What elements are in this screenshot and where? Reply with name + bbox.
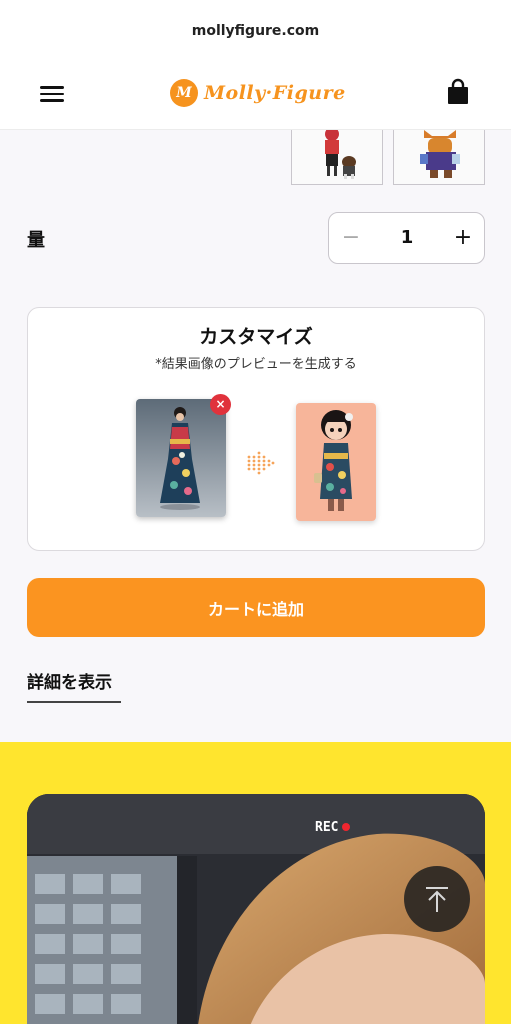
quantity-label: 量 — [27, 230, 45, 251]
uploaded-photo[interactable] — [136, 399, 226, 517]
hamburger-menu-icon[interactable] — [40, 82, 64, 104]
shopping-bag-icon[interactable] — [446, 78, 470, 106]
quantity-stepper: − 1 + — [328, 212, 485, 264]
customize-title: カスタマイズ — [199, 326, 313, 348]
customize-card: カスタマイズ *結果画像のプレビューを生成する × — [27, 307, 485, 551]
arrow-right-icon — [246, 448, 276, 478]
url-text: mollyfigure.com — [191, 23, 320, 39]
quantity-value[interactable]: 1 — [389, 222, 425, 254]
rec-label: REC — [315, 820, 339, 835]
logo-text: Molly·Figure — [204, 82, 346, 104]
add-to-cart-button[interactable]: カートに追加 — [27, 578, 485, 637]
product-thumbnail[interactable] — [291, 130, 383, 185]
recording-dot-icon — [342, 823, 351, 831]
decrease-quantity-button[interactable]: − — [337, 222, 365, 254]
rec-indicator: REC — [315, 820, 351, 835]
logo-mark: M — [170, 79, 198, 107]
page: mollyfigure.com M Molly·Figure 量 − 1 + カ… — [0, 0, 511, 1024]
remove-photo-button[interactable]: × — [210, 394, 231, 415]
scroll-to-top-button[interactable] — [404, 866, 470, 932]
show-details-link[interactable]: 詳細を表示 — [27, 668, 121, 703]
url-bar[interactable]: mollyfigure.com — [0, 0, 511, 62]
site-logo[interactable]: M Molly·Figure — [170, 76, 346, 110]
site-header: M Molly·Figure — [0, 62, 511, 130]
product-thumbnail[interactable] — [393, 130, 485, 185]
increase-quantity-button[interactable]: + — [449, 222, 477, 254]
generated-preview[interactable] — [296, 403, 376, 521]
arrow-up-icon — [426, 887, 448, 912]
customize-subtitle: *結果画像のプレビューを生成する — [155, 357, 357, 372]
